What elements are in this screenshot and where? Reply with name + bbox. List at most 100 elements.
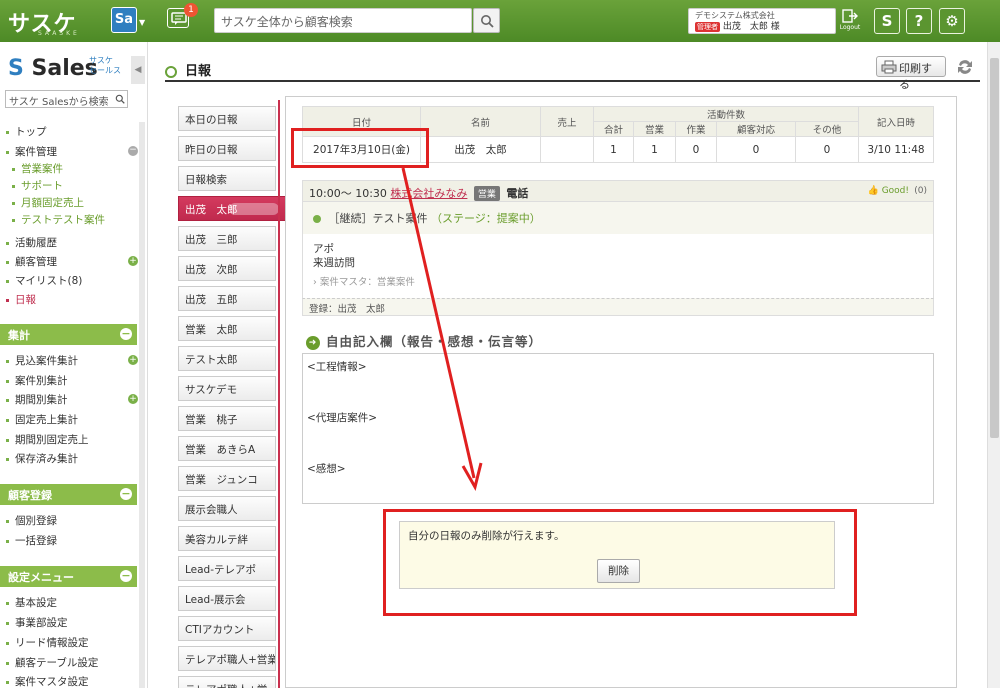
expand-icon[interactable]: + xyxy=(128,355,138,365)
scrollbar-thumb[interactable] xyxy=(990,58,999,438)
col-recorded: 記入日時 xyxy=(858,106,934,137)
user-report-button[interactable]: 営業 桃子 xyxy=(178,406,276,431)
top-bar: サスケ SAASKE Sa ▼ 1 サスケ全体から顧客検索 デモシステム株式会社… xyxy=(0,0,1000,42)
app-switch-button[interactable]: Sa xyxy=(111,7,137,33)
sales-logo[interactable]: S Sales xyxy=(8,56,98,81)
user-report-button[interactable]: 出茂 五郎 xyxy=(178,286,276,311)
report-nav-button[interactable]: 昨日の日報 xyxy=(178,136,276,161)
section-aggregate[interactable]: 集計 − xyxy=(0,324,137,345)
chevron-down-icon[interactable]: ▼ xyxy=(139,18,145,27)
activity-registered: 登録：出茂 太郎 xyxy=(302,298,934,316)
user-info[interactable]: デモシステム株式会社 管理者 出茂 太郎 様 xyxy=(688,8,836,34)
user-report-button[interactable]: 営業 太郎 xyxy=(178,316,276,341)
page-scrollbar[interactable] xyxy=(987,42,1000,688)
user-report-button[interactable]: Lead-展示会 xyxy=(178,586,276,611)
sidebar-search-input[interactable]: サスケ Salesから検索 xyxy=(5,90,128,108)
user-report-button[interactable]: 出茂 太郎 xyxy=(178,196,288,221)
user-report-button[interactable]: 営業 ジュンコ xyxy=(178,466,276,491)
sidebar-item-agg-5[interactable]: 保存済み集計 xyxy=(6,451,78,466)
sidebar-item-set-0[interactable]: 基本設定 xyxy=(6,595,57,610)
logout-icon xyxy=(842,9,858,23)
sidebar: S Sales サスケ セールス ◀ サスケ Salesから検索 トップ 案件管理… xyxy=(0,42,148,688)
sidebar-collapse-button[interactable]: ◀ xyxy=(131,56,145,84)
user-report-button[interactable]: CTIアカウント xyxy=(178,616,276,641)
sidebar-item-agg-0[interactable]: 見込案件集計 xyxy=(6,353,78,368)
expand-icon[interactable]: + xyxy=(128,394,138,404)
annotation-date-highlight xyxy=(291,128,429,168)
customer-search-input[interactable]: サスケ全体から顧客検索 xyxy=(214,8,472,33)
sidebar-item-set-4[interactable]: 案件マスタ設定 xyxy=(6,674,89,688)
activity-header: 10:00〜 10:30 株式会社みなみ 営業 電話 👍 Good! (0) xyxy=(302,180,934,202)
sasuke-logo-sub: SAASKE xyxy=(38,30,80,37)
col-total: 合計 xyxy=(593,121,634,137)
col-sales: 売上 xyxy=(540,106,594,137)
sasuke-icon[interactable]: S xyxy=(874,8,900,34)
case-link[interactable]: ［継続］テスト案件 xyxy=(329,212,428,225)
sidebar-item-customers[interactable]: 顧客管理 xyxy=(6,254,57,269)
sidebar-item-agg-2[interactable]: 期間別集計 xyxy=(6,392,68,407)
user-report-button[interactable]: 美容カルテ絆 xyxy=(178,526,276,551)
user-report-button[interactable]: サスケデモ xyxy=(178,376,276,401)
cell-recorded: 3/10 11:48 xyxy=(858,136,934,163)
sidebar-item-mylist[interactable]: マイリスト(8) xyxy=(6,273,82,288)
sidebar-item-bulk[interactable]: 一括登録 xyxy=(6,533,57,548)
gear-icon[interactable]: ⚙ xyxy=(939,8,965,34)
sidebar-item-activity[interactable]: 活動履歴 xyxy=(6,235,57,250)
refresh-icon[interactable] xyxy=(955,57,975,80)
user-report-button[interactable]: 出茂 三郎 xyxy=(178,226,276,251)
good-button[interactable]: 👍 Good! xyxy=(868,186,909,196)
user-report-button[interactable]: テスト太郎 xyxy=(178,346,276,371)
collapse-icon[interactable]: − xyxy=(120,570,132,582)
sales-logo-sub: サスケ セールス xyxy=(89,56,121,75)
user-report-button[interactable]: テレアポ職人+営業 xyxy=(178,646,276,671)
sidebar-item-agg-1[interactable]: 案件別集計 xyxy=(6,373,68,388)
collapse-icon[interactable]: − xyxy=(128,146,138,156)
user-report-button[interactable]: 展示会職人 xyxy=(178,496,276,521)
user-name: 出茂 太郎 様 xyxy=(722,22,780,32)
expand-icon[interactable]: + xyxy=(128,256,138,266)
collapse-icon[interactable]: − xyxy=(120,328,132,340)
sidebar-item-monthly[interactable]: 月額固定売上 xyxy=(12,195,84,210)
user-report-button[interactable]: 出茂 次郎 xyxy=(178,256,276,281)
section-settings[interactable]: 設定メニュー − xyxy=(0,566,137,587)
user-report-button[interactable]: 営業 あきらA xyxy=(178,436,276,461)
user-report-button[interactable]: テレアポ職人+営 xyxy=(178,676,276,688)
sidebar-item-test-cases[interactable]: テストテスト案件 xyxy=(12,212,105,227)
sidebar-item-set-2[interactable]: リード情報設定 xyxy=(6,635,89,650)
cell-eigyo[interactable]: 1 xyxy=(633,136,676,163)
sidebar-item-top[interactable]: トップ xyxy=(6,124,47,139)
report-nav-button[interactable]: 本日の日報 xyxy=(178,106,276,131)
col-sonota: その他 xyxy=(795,121,859,137)
sidebar-item-sales-cases[interactable]: 営業案件 xyxy=(12,161,63,176)
sidebar-item-cases[interactable]: 案件管理 xyxy=(6,144,57,159)
report-nav-button[interactable]: 日報検索 xyxy=(178,166,276,191)
cell-kokyaku: 0 xyxy=(716,136,796,163)
collapse-icon[interactable]: − xyxy=(120,488,132,500)
activity-body: アポ 来週訪問 › 案件マスタ：営業案件 xyxy=(302,234,934,298)
sidebar-item-agg-4[interactable]: 期間別固定売上 xyxy=(6,432,89,447)
cell-name: 出茂 太郎 xyxy=(420,136,541,163)
search-button[interactable] xyxy=(473,8,500,33)
section-customer-register[interactable]: 顧客登録 − xyxy=(0,484,137,505)
search-icon xyxy=(481,15,494,28)
good-count: (0) xyxy=(914,186,927,196)
sidebar-scrollbar[interactable] xyxy=(139,122,145,688)
cell-sonota: 0 xyxy=(795,136,859,163)
sidebar-item-set-3[interactable]: 顧客テーブル設定 xyxy=(6,655,98,670)
annotation-delete-highlight xyxy=(383,509,857,616)
activity-company-link[interactable]: 株式会社みなみ xyxy=(390,187,467,200)
activity-case: ［継続］テスト案件 （ステージ：提案中） xyxy=(302,202,934,234)
print-button[interactable]: 印刷する xyxy=(876,56,946,91)
active-user-indicator xyxy=(278,100,280,688)
help-icon[interactable]: ? xyxy=(906,8,932,34)
case-icon xyxy=(313,215,321,223)
sidebar-item-individual[interactable]: 個別登録 xyxy=(6,513,57,528)
notification-badge: 1 xyxy=(184,3,198,17)
col-name: 名前 xyxy=(420,106,541,137)
user-report-button[interactable]: Lead-テレアポ xyxy=(178,556,276,581)
logout-button[interactable]: Logout xyxy=(838,8,862,34)
sidebar-item-support[interactable]: サポート xyxy=(12,178,63,193)
sidebar-item-daily-report[interactable]: 日報 xyxy=(6,292,36,307)
sidebar-item-set-1[interactable]: 事業部設定 xyxy=(6,615,68,630)
sidebar-item-agg-3[interactable]: 固定売上集計 xyxy=(6,412,78,427)
